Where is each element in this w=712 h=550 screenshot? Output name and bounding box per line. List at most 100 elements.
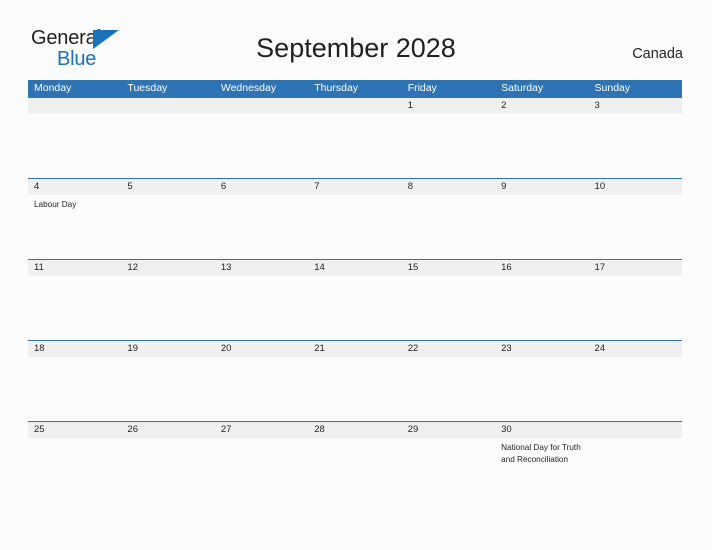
week-event-area [28,357,682,421]
date-number[interactable]: 6 [215,179,308,195]
date-number[interactable]: 30 [495,422,588,438]
day-cell[interactable]: Labour Day [28,195,121,259]
weekday-friday: Friday [407,82,437,94]
weekday-thursday: Thursday [314,82,359,94]
date-number[interactable] [589,422,682,438]
date-number[interactable] [28,98,121,114]
page-title: September 2028 [256,33,456,63]
day-cell[interactable] [308,357,401,421]
date-number[interactable]: 11 [28,260,121,276]
date-number[interactable]: 18 [28,341,121,357]
week-date-bar: 18 19 20 21 22 23 24 [28,340,682,357]
week-row: 18 19 20 21 22 23 24 [28,340,682,421]
week-date-bar: 25 26 27 28 29 30 [28,421,682,438]
logo-text-blue: Blue [57,48,97,70]
date-number[interactable]: 3 [589,98,682,114]
date-number[interactable]: 19 [121,341,214,357]
day-cell[interactable] [589,357,682,421]
general-blue-logo[interactable]: General Blue [31,28,161,72]
week-event-area [28,276,682,340]
day-cell[interactable] [402,357,495,421]
date-number[interactable]: 13 [215,260,308,276]
day-cell[interactable] [215,357,308,421]
day-cell[interactable] [215,276,308,340]
date-number[interactable]: 1 [402,98,495,114]
date-number[interactable]: 5 [121,179,214,195]
triangle-icon [93,30,119,49]
day-cell[interactable] [589,438,682,502]
day-cell[interactable] [402,276,495,340]
date-number[interactable]: 21 [308,341,401,357]
day-cell[interactable] [495,114,588,178]
week-date-bar: 4 5 6 7 8 9 10 [28,178,682,195]
page-header: General Blue September 2028 Canada [0,0,712,80]
weekday-saturday: Saturday [501,82,544,94]
day-cell[interactable] [589,195,682,259]
day-cell[interactable] [28,114,121,178]
weekday-header-row: Monday Tuesday Wednesday Thursday Friday… [28,80,682,97]
day-cell[interactable] [215,195,308,259]
day-cell[interactable] [28,357,121,421]
week-date-bar: 11 12 13 14 15 16 17 [28,259,682,276]
date-number[interactable]: 27 [215,422,308,438]
country-label: Canada [632,46,683,62]
day-cell[interactable] [589,276,682,340]
date-number[interactable]: 20 [215,341,308,357]
date-number[interactable]: 24 [589,341,682,357]
day-cell[interactable] [215,114,308,178]
day-cell[interactable] [308,438,401,502]
day-cell[interactable] [495,276,588,340]
date-number[interactable] [215,98,308,114]
day-cell[interactable] [121,438,214,502]
week-row: 25 26 27 28 29 30 National Day for Truth… [28,421,682,502]
day-cell[interactable] [402,114,495,178]
event-label: National Day for Truth and Reconciliatio… [501,443,581,464]
day-cell[interactable] [308,276,401,340]
day-cell[interactable] [215,438,308,502]
weekday-sunday: Sunday [594,82,631,94]
date-number[interactable]: 14 [308,260,401,276]
date-number[interactable]: 2 [495,98,588,114]
date-number[interactable]: 16 [495,260,588,276]
week-event-area: National Day for Truth and Reconciliatio… [28,438,682,502]
day-cell[interactable] [589,114,682,178]
week-row: 11 12 13 14 15 16 17 [28,259,682,340]
date-number[interactable]: 23 [495,341,588,357]
weekday-wednesday: Wednesday [220,82,277,94]
week-row: 4 5 6 7 8 9 10 Labour Day [28,178,682,259]
week-event-area [28,114,682,178]
day-cell[interactable] [308,195,401,259]
date-number[interactable]: 4 [28,179,121,195]
date-number[interactable]: 28 [308,422,401,438]
day-cell[interactable] [121,195,214,259]
week-date-bar: 1 2 3 [28,97,682,114]
day-cell[interactable]: National Day for Truth and Reconciliatio… [495,438,588,502]
day-cell[interactable] [28,276,121,340]
day-cell[interactable] [121,357,214,421]
date-number[interactable]: 10 [589,179,682,195]
day-cell[interactable] [402,195,495,259]
week-row: 1 2 3 [28,97,682,178]
date-number[interactable]: 12 [121,260,214,276]
date-number[interactable]: 26 [121,422,214,438]
date-number[interactable]: 8 [402,179,495,195]
day-cell[interactable] [308,114,401,178]
day-cell[interactable] [495,357,588,421]
date-number[interactable] [308,98,401,114]
day-cell[interactable] [121,276,214,340]
date-number[interactable]: 25 [28,422,121,438]
weekday-monday: Monday [34,82,72,94]
weekday-tuesday: Tuesday [127,82,168,94]
date-number[interactable]: 17 [589,260,682,276]
day-cell[interactable] [28,438,121,502]
date-number[interactable] [121,98,214,114]
day-cell[interactable] [495,195,588,259]
date-number[interactable]: 7 [308,179,401,195]
date-number[interactable]: 22 [402,341,495,357]
day-cell[interactable] [121,114,214,178]
date-number[interactable]: 29 [402,422,495,438]
date-number[interactable]: 9 [495,179,588,195]
day-cell[interactable] [402,438,495,502]
date-number[interactable]: 15 [402,260,495,276]
week-event-area: Labour Day [28,195,682,259]
